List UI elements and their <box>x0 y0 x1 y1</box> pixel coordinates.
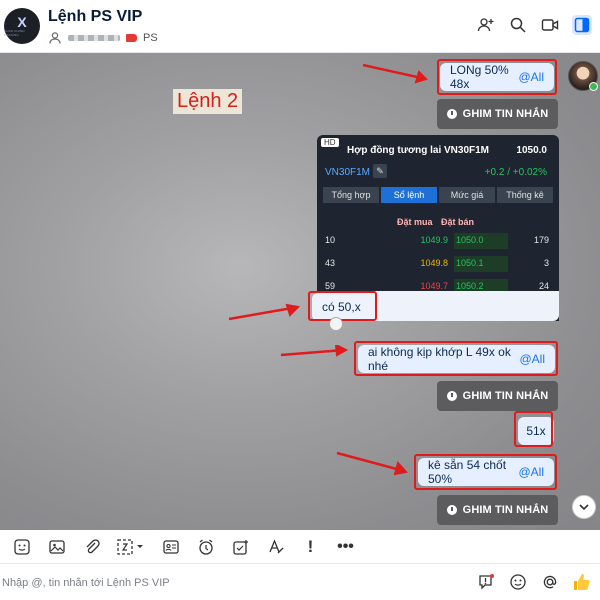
row-buy-price: 1049.7 <box>420 281 448 291</box>
row-buy-price: 1049.9 <box>420 235 448 245</box>
composer-actions <box>476 572 592 592</box>
pin-label: GHIM TIN NHẮN <box>462 390 549 402</box>
blurred-member-count <box>68 35 120 41</box>
highlight-box <box>414 454 557 490</box>
mention-icon[interactable] <box>540 572 560 592</box>
composer <box>0 565 600 600</box>
row-vol-sell: 3 <box>543 258 549 268</box>
row-sell-price: 1050.1 <box>454 256 508 272</box>
row-vol-sell: 179 <box>533 235 549 245</box>
orderbook-row: 43 1049.8 1050.1 3 <box>317 254 559 274</box>
sticker-icon[interactable] <box>4 534 39 560</box>
member-icon[interactable] <box>48 31 62 45</box>
urgent-icon[interactable]: ! <box>293 534 328 560</box>
quick-message-icon[interactable] <box>476 572 496 592</box>
clock-icon <box>446 391 457 401</box>
highlight-box <box>354 341 558 376</box>
card-symbol: VN30F1M <box>325 167 371 178</box>
contact-card-icon[interactable] <box>153 534 188 560</box>
image-icon[interactable] <box>39 534 74 560</box>
pin-message-button[interactable]: GHIM TIN NHẮN <box>437 381 558 411</box>
orderbook-row: 10 1049.9 1050.0 179 <box>317 231 559 251</box>
attachment-icon[interactable] <box>74 534 109 560</box>
screenshot-icon[interactable] <box>109 534 153 560</box>
sender-avatar[interactable] <box>568 61 598 91</box>
pin-label: GHIM TIN NHẮN <box>462 108 549 120</box>
highlight-box <box>437 59 557 95</box>
sidebar-toggle-icon[interactable] <box>572 15 592 35</box>
clock-icon <box>446 109 457 119</box>
arrow-icon <box>336 451 408 476</box>
group-avatar-subtext: XUAN CHINH TRADING <box>4 29 25 37</box>
col-sell-header: Đặt bán <box>441 217 475 227</box>
text-format-icon[interactable] <box>258 534 293 560</box>
card-change: +0.2 / +0.02% <box>484 167 547 178</box>
emoji-icon[interactable] <box>508 572 528 592</box>
card-title: Hợp đồng tương lai VN30F1M <box>347 145 490 156</box>
annotation-label: Lệnh 2 <box>173 89 243 114</box>
reaction-icon[interactable] <box>329 317 343 331</box>
row-buy-price: 1049.8 <box>420 258 448 268</box>
online-indicator <box>589 82 598 91</box>
row-vol-buy: 59 <box>325 281 336 291</box>
chevron-down-icon <box>579 504 589 511</box>
highlight-box <box>514 411 553 447</box>
edit-icon: ✎ <box>373 164 387 178</box>
tag-icon <box>126 34 137 42</box>
tag-label[interactable]: PS <box>143 32 158 44</box>
header-actions <box>476 15 592 35</box>
card-tab: Thống kê <box>497 187 553 203</box>
group-avatar-letter: X <box>17 14 27 30</box>
card-tab: Tổng hợp <box>323 187 379 203</box>
scroll-down-button[interactable] <box>572 495 596 519</box>
pin-message-button[interactable]: GHIM TIN NHẮN <box>437 495 558 525</box>
row-vol-buy: 43 <box>325 258 336 268</box>
col-buy-header: Đặt mua <box>397 217 433 227</box>
video-call-icon[interactable] <box>540 15 560 35</box>
pin-message-button[interactable]: GHIM TIN NHẮN <box>437 99 558 129</box>
arrow-icon <box>362 63 428 84</box>
group-avatar[interactable]: X XUAN CHINH TRADING <box>4 8 40 44</box>
group-title[interactable]: Lệnh PS VIP <box>48 8 142 26</box>
chat-header: X XUAN CHINH TRADING Lệnh PS VIP PS <box>0 0 600 53</box>
thumbs-up-icon[interactable] <box>572 572 592 592</box>
task-icon[interactable] <box>223 534 258 560</box>
composer-toolbar: ! ••• <box>0 530 600 564</box>
row-vol-buy: 10 <box>325 235 336 245</box>
arrow-icon <box>228 303 301 321</box>
highlight-box <box>308 291 377 321</box>
reminder-clock-icon[interactable] <box>188 534 223 560</box>
message-input[interactable] <box>2 574 442 592</box>
clock-icon <box>446 505 457 515</box>
card-price: 1050.0 <box>516 145 547 156</box>
pin-label: GHIM TIN NHẮN <box>462 504 549 516</box>
card-tab-selected: Sổ lệnh <box>381 187 437 203</box>
arrow-icon <box>280 345 349 357</box>
message-list[interactable]: Lệnh 2 LONg 50% 48x @All GHIM TIN NHẮN H… <box>0 53 600 530</box>
more-icon[interactable]: ••• <box>328 534 363 560</box>
hd-badge: HD <box>321 138 339 147</box>
group-subline: PS <box>48 30 158 46</box>
row-sell-price: 1050.0 <box>454 233 508 249</box>
search-icon[interactable] <box>508 15 528 35</box>
card-tabs: Tổng hợp Sổ lệnh Mức giá Thống kê <box>323 187 553 203</box>
add-member-icon[interactable] <box>476 15 496 35</box>
card-tab: Mức giá <box>439 187 495 203</box>
row-vol-sell: 24 <box>538 281 549 291</box>
